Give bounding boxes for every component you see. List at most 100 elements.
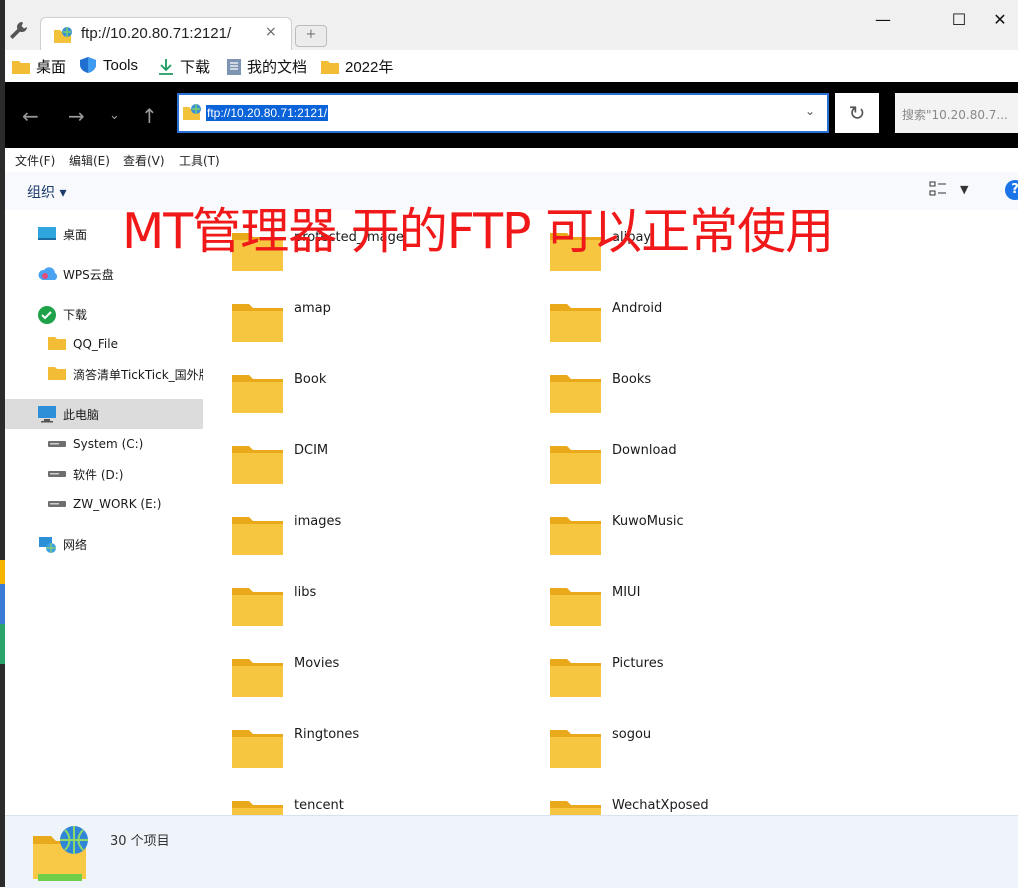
bookmark-desktop[interactable]: 桌面 <box>11 56 66 77</box>
bookmark-2022[interactable]: 2022年 <box>320 56 393 77</box>
bookmark-label: 2022年 <box>345 59 394 76</box>
sidebar-item-label: 此电脑 <box>63 407 100 422</box>
folder-icon <box>550 730 601 768</box>
folder-icon <box>232 801 283 815</box>
bookmark-label: Tools <box>103 56 139 74</box>
bookmark-my-documents[interactable]: 我的文档 <box>226 56 307 77</box>
address-input[interactable]: ftp://10.20.80.71:2121/ <box>206 105 329 121</box>
menu-tools[interactable]: 工具(T) <box>179 152 220 169</box>
folder-item[interactable]: images <box>231 514 531 564</box>
chevron-down-icon[interactable]: ▼ <box>960 183 968 196</box>
menu-bar: 文件(F) 编辑(E) 查看(V) 工具(T) <box>5 148 1018 172</box>
bookmark-label: 我的文档 <box>247 59 308 76</box>
menu-view[interactable]: 查看(V) <box>123 152 165 169</box>
folder-icon <box>550 588 601 626</box>
view-options-icon[interactable] <box>929 181 947 201</box>
folder-name: images <box>294 514 342 529</box>
folder-item[interactable]: tencent <box>231 798 531 815</box>
folder-item[interactable]: Pictures <box>549 656 849 706</box>
chevron-down-icon[interactable]: ⌄ <box>805 104 815 118</box>
folder-icon <box>232 730 283 768</box>
folder-icon <box>232 304 283 342</box>
back-arrow-icon[interactable]: ← <box>22 104 39 128</box>
search-box[interactable]: 搜索"10.20.80.7... <box>895 93 1018 133</box>
folder-name: Books <box>612 372 652 387</box>
folder-item[interactable]: Download <box>549 443 849 493</box>
folder-icon <box>47 335 69 353</box>
computer-icon <box>37 405 59 423</box>
folder-icon <box>550 801 601 815</box>
close-window-button[interactable]: ✕ <box>975 6 1018 34</box>
sidebar-item-label: 网络 <box>63 537 88 552</box>
sidebar-item-label: 下载 <box>63 307 88 322</box>
folder-item[interactable]: KuwoMusic <box>549 514 849 564</box>
sidebar-item-label: 桌面 <box>63 227 88 242</box>
drive-icon <box>47 495 69 513</box>
bookmark-label: 桌面 <box>36 59 67 76</box>
refresh-icon[interactable]: ↻ <box>835 93 879 133</box>
cloud-icon <box>37 265 59 283</box>
folder-item[interactable]: WechatXposed <box>549 798 849 815</box>
folder-name: Movies <box>294 656 340 671</box>
organize-button[interactable]: 组织 ▾ <box>27 182 66 202</box>
minimize-button[interactable]: — <box>858 6 908 34</box>
sidebar-item-wps-cloud[interactable]: WPS云盘 <box>5 259 232 289</box>
folder-name: Book <box>294 372 327 387</box>
folder-name: Pictures <box>612 656 664 671</box>
navigation-bar: ← → ⌄ ↑ ftp://10.20.80.71:2121/ ⌄ ↻ 搜索"1… <box>5 82 1018 148</box>
help-icon[interactable]: ? <box>1005 180 1018 200</box>
folder-item[interactable]: Ringtones <box>231 727 531 777</box>
folder-item[interactable]: Android <box>549 301 849 351</box>
sidebar-item-label: WPS云盘 <box>63 267 114 282</box>
forward-arrow-icon[interactable]: → <box>68 104 85 128</box>
sidebar-item-label: QQ_File <box>73 337 118 351</box>
folder-item[interactable]: DCIM <box>231 443 531 493</box>
menu-file[interactable]: 文件(F) <box>15 152 55 169</box>
up-arrow-icon[interactable]: ↑ <box>141 104 158 128</box>
network-icon <box>37 535 59 553</box>
folder-name: Ringtones <box>294 727 360 742</box>
bookmark-label: 下载 <box>180 59 211 76</box>
item-count: 30 个项目 <box>110 834 170 849</box>
folder-icon <box>550 446 601 484</box>
folder-icon <box>12 60 30 74</box>
search-input[interactable]: 搜索"10.20.80.7... <box>902 106 1008 123</box>
folder-name: DCIM <box>294 443 329 458</box>
sidebar-item-label: 滴答清单TickTick_国外版 <box>73 367 211 382</box>
ftp-folder-large-icon <box>30 824 94 890</box>
folder-item[interactable]: Movies <box>231 656 531 706</box>
folder-icon <box>232 446 283 484</box>
sidebar-item-downloads[interactable]: 下载 <box>5 299 232 329</box>
new-tab-button[interactable]: + <box>295 25 327 47</box>
ftp-folder-icon <box>53 26 73 48</box>
folder-item[interactable]: libs <box>231 585 531 635</box>
folder-icon <box>232 588 283 626</box>
tab-close-button[interactable]: × <box>265 24 277 40</box>
bookmark-tools[interactable]: Tools <box>78 56 138 74</box>
folder-icon <box>550 659 601 697</box>
browser-tab[interactable]: ftp://10.20.80.71:2121/ × <box>40 17 292 51</box>
folder-item[interactable]: sogou <box>549 727 849 777</box>
wrench-icon[interactable] <box>8 20 30 46</box>
status-bar: 30 个项目 <box>5 815 1018 888</box>
bookmarks-bar: 桌面 Tools 下载 我的文档 2022年 <box>5 50 1018 83</box>
recent-locations-chevron-icon[interactable]: ⌄ <box>109 108 120 123</box>
drive-icon <box>47 435 69 453</box>
folder-item[interactable]: Books <box>549 372 849 422</box>
shield-icon <box>80 57 96 73</box>
menu-edit[interactable]: 编辑(E) <box>69 152 110 169</box>
folder-item[interactable]: MIUI <box>549 585 849 635</box>
desktop-icon <box>37 225 59 243</box>
bookmark-downloads[interactable]: 下载 <box>157 56 210 77</box>
folder-icon <box>47 365 69 383</box>
folder-icon <box>232 517 283 555</box>
sidebar-item-this-pc[interactable]: 此电脑 <box>5 399 232 429</box>
drive-icon <box>47 465 69 483</box>
sidebar-item-network[interactable]: 网络 <box>5 529 232 559</box>
folder-item[interactable]: amap <box>231 301 531 351</box>
download-check-icon <box>37 305 59 324</box>
folder-item[interactable]: Book <box>231 372 531 422</box>
folder-icon <box>232 375 283 413</box>
folder-icon <box>321 60 339 74</box>
address-bar[interactable]: ftp://10.20.80.71:2121/ ⌄ <box>177 93 829 133</box>
